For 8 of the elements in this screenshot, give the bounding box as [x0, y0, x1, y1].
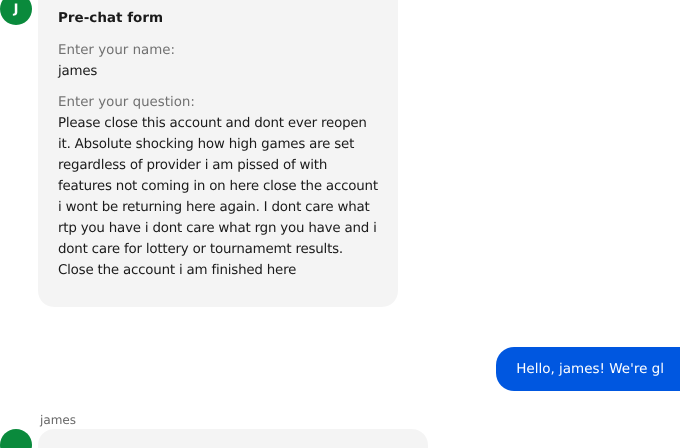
user-avatar: J — [0, 0, 32, 25]
field-value: james — [58, 63, 98, 81]
sender-name: james — [40, 413, 78, 427]
outgoing-message-bubble: Hello, james! We're gl — [496, 347, 680, 391]
field-value: Please close this account and dont ever reopen it. Absolute shocking how high games are set regardless of provider i am pissed of with features not coming in on here close the account i wont be returning here again. I dont care what rtp you have i dont care what rgn you have and i dont care for lottery or tournamemt results. Close the account i am finished here — [58, 115, 378, 280]
field-label: Enter your question: — [58, 94, 196, 112]
form-title: Pre-chat form — [58, 10, 164, 26]
field-label: Enter your name: — [58, 42, 176, 60]
